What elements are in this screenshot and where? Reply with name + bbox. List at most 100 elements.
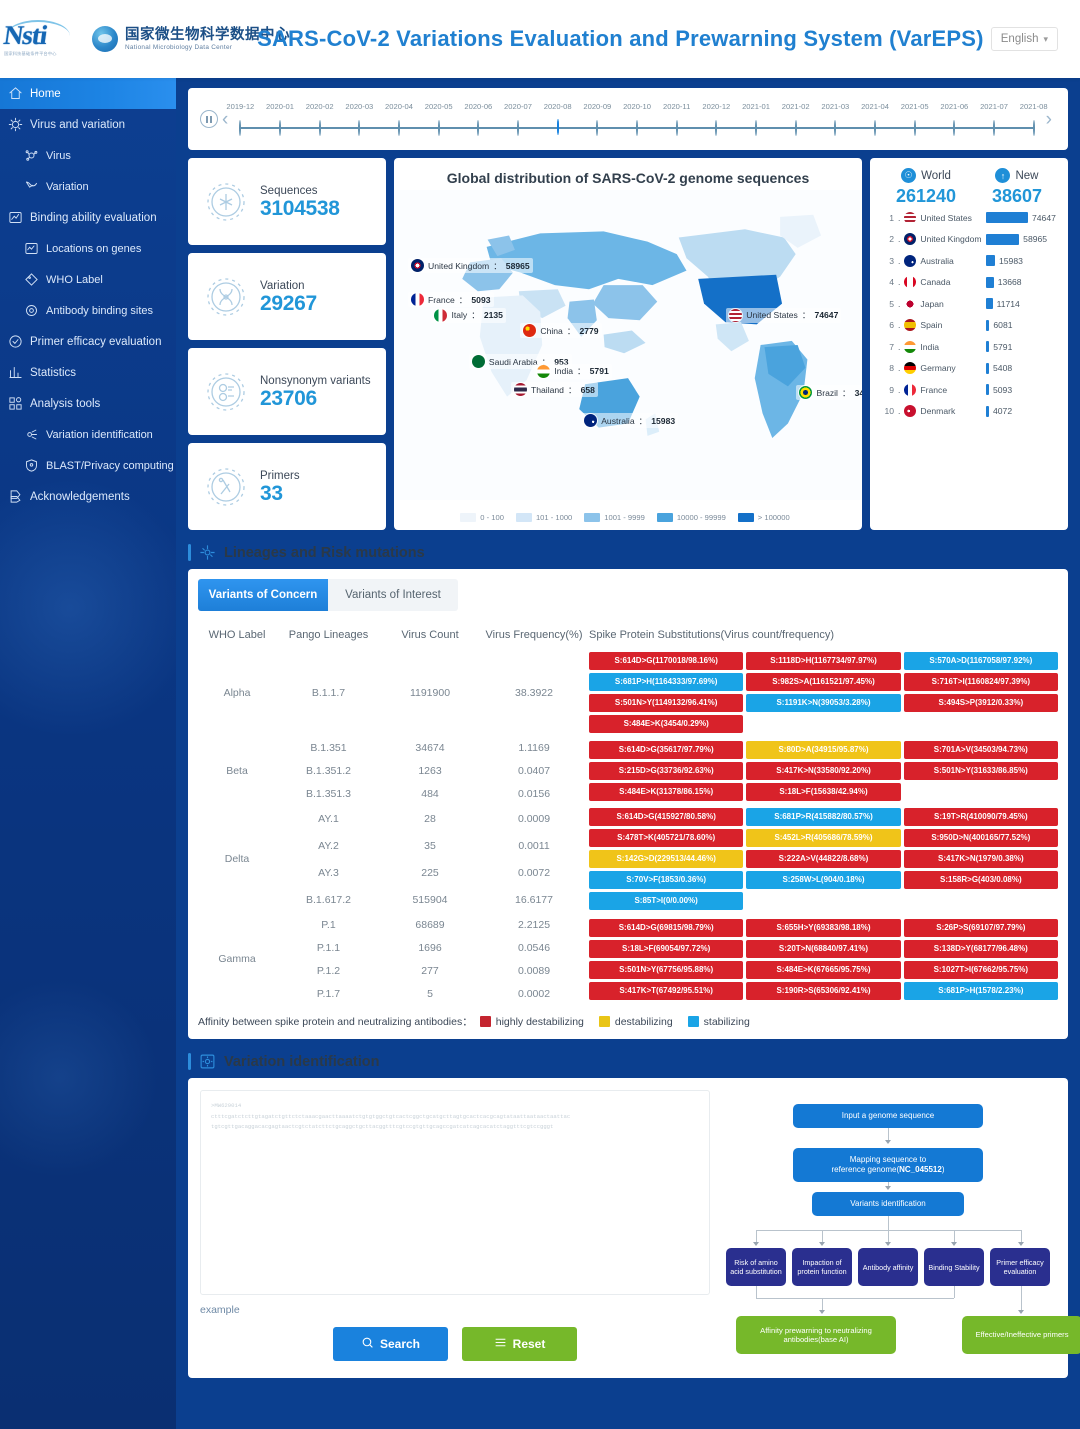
stat-card-nonsynonym-variants[interactable]: Nonsynonym variants 23706: [188, 348, 386, 435]
flow-box-mapping[interactable]: Mapping sequence to reference genome(NC_…: [793, 1148, 983, 1182]
map-marker-united-kingdom[interactable]: United Kingdom： 58965: [408, 258, 533, 274]
mutation-badge[interactable]: S:215D>G(33736/92.63%): [589, 761, 744, 780]
mutation-badge[interactable]: S:484E>K(3454/0.29%): [589, 715, 744, 733]
mutation-badge[interactable]: S:484E>K(67665/95.75%): [746, 960, 901, 979]
stat-card-primers[interactable]: Primers 33: [188, 443, 386, 530]
timeline-point[interactable]: 2020-06: [464, 102, 492, 136]
mutation-badge[interactable]: S:681P>H(1578/2.23%): [903, 981, 1058, 1000]
mutation-badge[interactable]: S:681P>R(415882/80.57%): [746, 808, 901, 826]
tab-variants-of-concern[interactable]: Variants of Concern: [198, 579, 328, 611]
mutation-badge[interactable]: S:80D>A(34915/95.87%): [746, 740, 901, 759]
ranking-row[interactable]: 4. Canada 13668: [878, 272, 1060, 294]
flow-branch-box[interactable]: Impaction of protein function: [792, 1248, 852, 1286]
mutation-badge[interactable]: S:417K>N(33580/92.20%): [746, 761, 901, 780]
mutation-badge[interactable]: S:716T>I(1160824/97.39%): [903, 673, 1058, 691]
mutation-badge[interactable]: S:1191K>N(39053/3.28%): [746, 694, 901, 712]
sidebar-item-who-label[interactable]: WHO Label: [0, 264, 176, 295]
timeline-point[interactable]: 2020-10: [623, 102, 651, 136]
timeline-point[interactable]: 2020-09: [583, 102, 611, 136]
sidebar-item-acknowledgements[interactable]: Acknowledgements: [0, 481, 176, 512]
timeline-point[interactable]: 2021-01: [742, 102, 770, 136]
mutation-badge[interactable]: S:614D>G(69815/98.79%): [589, 918, 744, 937]
map-marker-brazil[interactable]: Brazil：3425: [796, 385, 862, 401]
timeline-next-button[interactable]: ›: [1046, 110, 1052, 129]
sidebar-item-statistics[interactable]: Statistics: [0, 357, 176, 388]
timeline-point[interactable]: 2020-03: [345, 102, 373, 136]
ranking-row[interactable]: 8. Germany 5408: [878, 358, 1060, 380]
mutation-badge[interactable]: S:20T>N(68840/97.41%): [746, 939, 901, 958]
flow-output-box[interactable]: Effective/Ineffective primers: [962, 1316, 1080, 1354]
timeline-point[interactable]: 2020-04: [385, 102, 413, 136]
search-button[interactable]: Search: [333, 1327, 448, 1361]
map-marker-australia[interactable]: Australia： 15983: [581, 413, 679, 429]
map-marker-france[interactable]: France： 5093: [408, 292, 494, 308]
mutation-badge[interactable]: S:138D>Y(68177/96.48%): [903, 939, 1058, 958]
mutation-badge[interactable]: S:158R>G(403/0.08%): [903, 871, 1058, 889]
sequence-input[interactable]: [200, 1090, 710, 1295]
mutation-badge[interactable]: S:417K>T(67492/95.51%): [589, 981, 744, 1000]
timeline-point[interactable]: 2021-04: [861, 102, 889, 136]
mutation-badge[interactable]: S:26P>S(69107/97.79%): [903, 918, 1058, 937]
ranking-row[interactable]: 6. Spain 6081: [878, 315, 1060, 337]
sidebar-item-variation[interactable]: Variation: [0, 171, 176, 202]
map-marker-india[interactable]: India： 5791: [534, 363, 612, 379]
timeline-prev-button[interactable]: ‹: [222, 110, 228, 129]
mutation-badge[interactable]: S:1118D>H(1167734/97.97%): [746, 652, 901, 670]
flow-branch-box[interactable]: Antibody affinity: [858, 1248, 918, 1286]
flow-box-variants[interactable]: Variants identification: [812, 1192, 964, 1216]
timeline-point[interactable]: 2020-07: [504, 102, 532, 136]
sidebar-item-home[interactable]: Home: [0, 78, 176, 109]
map-marker-united-states[interactable]: United States： 74647: [726, 307, 842, 323]
timeline-point[interactable]: 2019-12: [226, 102, 254, 136]
mutation-badge[interactable]: S:258W>L(904/0.18%): [746, 871, 901, 889]
mutation-badge[interactable]: S:70V>F(1853/0.36%): [589, 871, 744, 889]
map-marker-china[interactable]: China： 2779: [520, 323, 602, 339]
timeline-point[interactable]: 2020-05: [425, 102, 453, 136]
timeline-point[interactable]: 2021-02: [782, 102, 810, 136]
map-marker-thailand[interactable]: Thailand： 658: [511, 382, 598, 398]
reset-button[interactable]: Reset: [462, 1327, 577, 1361]
mutation-badge[interactable]: S:18L>F(15638/42.94%): [746, 782, 901, 801]
ranking-row[interactable]: 3. Australia 15983: [878, 250, 1060, 272]
sidebar-item-locations-on-genes[interactable]: Locations on genes: [0, 233, 176, 264]
sidebar-item-blast-privacy-computing[interactable]: BLAST/Privacy computing: [0, 450, 176, 481]
stat-card-sequences[interactable]: Sequences 3104538: [188, 158, 386, 245]
mutation-badge[interactable]: S:501N>Y(1149132/96.41%): [589, 694, 744, 712]
timeline-point[interactable]: 2020-12: [702, 102, 730, 136]
language-selector[interactable]: English ▾: [990, 27, 1058, 51]
ranking-row[interactable]: 1. United States 74647: [878, 207, 1060, 229]
ranking-row[interactable]: 7. India 5791: [878, 336, 1060, 358]
mutation-badge[interactable]: S:655H>Y(69383/98.18%): [746, 918, 901, 937]
mutation-badge[interactable]: S:85T>I(0/0.00%): [589, 892, 744, 910]
timeline-point[interactable]: 2020-08: [544, 102, 572, 135]
sidebar-item-virus-and-variation[interactable]: Virus and variation: [0, 109, 176, 140]
mutation-badge[interactable]: S:570A>D(1167058/97.92%): [903, 652, 1058, 670]
mutation-badge[interactable]: S:478T>K(405721/78.60%): [589, 829, 744, 847]
sidebar-item-analysis-tools[interactable]: Analysis tools: [0, 388, 176, 419]
ranking-row[interactable]: 2. United Kingdom 58965: [878, 229, 1060, 251]
timeline-point[interactable]: 2021-03: [821, 102, 849, 136]
timeline-pause-button[interactable]: [200, 110, 218, 128]
timeline-point[interactable]: 2021-08: [1020, 102, 1048, 136]
flow-branch-box[interactable]: Binding Stability: [924, 1248, 984, 1286]
mutation-badge[interactable]: S:1027T>I(67662/95.75%): [903, 960, 1058, 979]
sidebar-item-binding-ability-evaluation[interactable]: Binding ability evaluation: [0, 202, 176, 233]
sidebar-item-virus[interactable]: Virus: [0, 140, 176, 171]
sidebar-item-antibody-binding-sites[interactable]: Antibody binding sites: [0, 295, 176, 326]
timeline-point[interactable]: 2020-01: [266, 102, 294, 136]
mutation-badge[interactable]: S:950D>N(400165/77.52%): [903, 829, 1058, 847]
mutation-badge[interactable]: S:982S>A(1161521/97.45%): [746, 673, 901, 691]
mutation-badge[interactable]: S:484E>K(31378/86.15%): [589, 782, 744, 801]
sidebar-item-variation-identification[interactable]: Variation identification: [0, 419, 176, 450]
timeline-point[interactable]: 2020-02: [306, 102, 334, 136]
flow-branch-box[interactable]: Risk of amino acid substitution: [726, 1248, 786, 1286]
mutation-badge[interactable]: S:142G>D(229513/44.46%): [589, 850, 744, 868]
ranking-row[interactable]: 5. Japan 11714: [878, 293, 1060, 315]
mutation-badge[interactable]: S:18L>F(69054/97.72%): [589, 939, 744, 958]
mutation-badge[interactable]: S:452L>R(405686/78.59%): [746, 829, 901, 847]
map-marker-italy[interactable]: Italy： 2135: [431, 307, 506, 323]
mutation-badge[interactable]: S:222A>V(44822/8.68%): [746, 850, 901, 868]
flow-output-box[interactable]: Affinity prewarning to neutralizing anti…: [736, 1316, 896, 1354]
timeline-point[interactable]: 2021-07: [980, 102, 1008, 136]
mutation-badge[interactable]: S:494S>P(3912/0.33%): [903, 694, 1058, 712]
